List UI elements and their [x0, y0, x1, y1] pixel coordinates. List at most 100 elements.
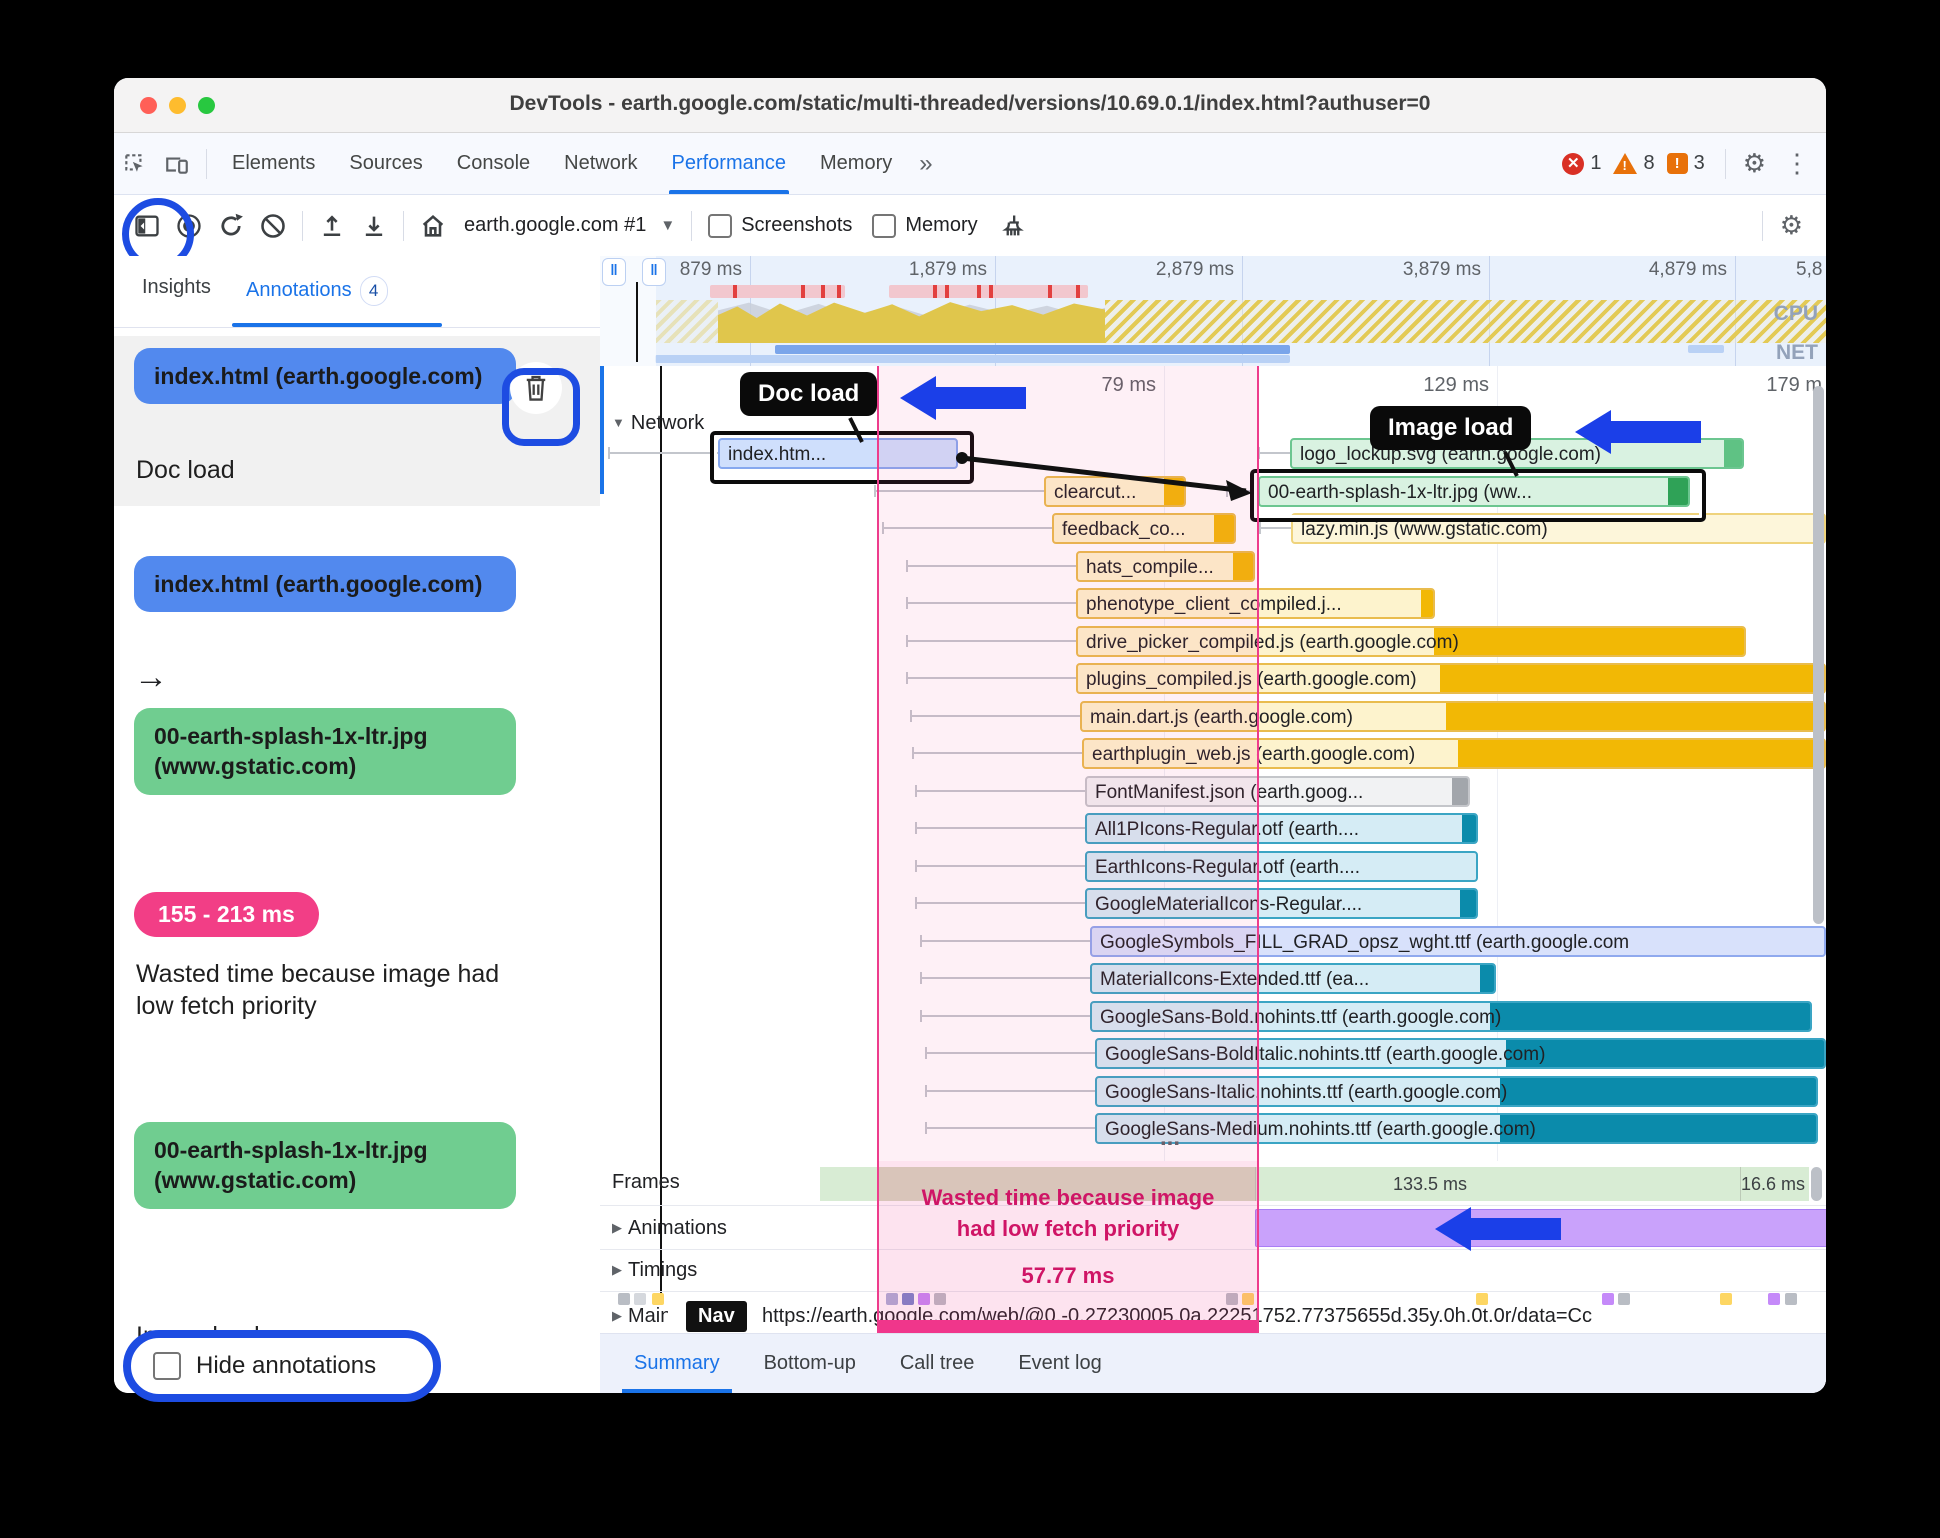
animations-track[interactable]: ▶ Animations — [600, 1205, 1826, 1250]
timings-track-label[interactable]: ▶ Timings — [612, 1259, 697, 1282]
net-activity-small — [1688, 345, 1724, 353]
error-badge[interactable]: ✕ 1 — [1562, 152, 1601, 175]
request-end-cap — [1724, 440, 1742, 467]
details-tab-call-tree[interactable]: Call tree — [878, 1335, 996, 1393]
tab-memory[interactable]: Memory — [803, 134, 909, 194]
network-request-hats-compile[interactable]: hats_compile... — [1076, 551, 1255, 582]
device-toolbar-icon[interactable] — [156, 143, 198, 185]
details-tab-bottom-up[interactable]: Bottom-up — [742, 1335, 878, 1393]
annotation-pill-index[interactable]: index.html (earth.google.com) — [134, 348, 516, 405]
network-request-feedback-co[interactable]: feedback_co... — [1052, 513, 1236, 544]
network-request-googlesans-bolditalic-nohint[interactable]: GoogleSans-BoldItalic.nohints.ttf (earth… — [1095, 1038, 1826, 1069]
request-active-portion — [1506, 1040, 1824, 1067]
more-tabs-icon[interactable]: » — [909, 150, 942, 178]
details-tab-summary[interactable]: Summary — [612, 1335, 742, 1393]
hide-annotations-control[interactable]: Hide annotations — [123, 1330, 441, 1402]
frame-segment[interactable] — [820, 1167, 877, 1201]
tab-network[interactable]: Network — [547, 134, 654, 194]
tracks-scrollbar[interactable] — [1811, 1167, 1822, 1201]
performance-toolbar: earth.google.com #1 ▼ Screenshots Memory… — [114, 195, 1826, 257]
network-request-earthplugin-web-js-earth-go[interactable]: earthplugin_web.js (earth.google.com) — [1082, 738, 1826, 769]
frame-duration: 133.5 ms — [1392, 1174, 1468, 1194]
tab-console[interactable]: Console — [440, 134, 547, 194]
network-request-googlematerialicons-regular[interactable]: GoogleMaterialIcons-Regular.... — [1085, 888, 1478, 919]
request-label: EarthIcons-Regular.otf (earth.... — [1095, 857, 1361, 878]
divider — [691, 210, 693, 241]
timeline-overview[interactable]: 879 ms 1,879 ms 2,879 ms 3,879 ms 4,879 ms 5… — [600, 256, 1826, 367]
issues-badge[interactable]: ! 3 — [1666, 152, 1705, 175]
network-request-materialicons-extended-ttf[interactable]: MaterialIcons-Extended.ttf (ea... — [1090, 963, 1496, 994]
warning-badge[interactable]: ! 8 — [1613, 152, 1655, 175]
layout-shift-tick — [989, 285, 993, 298]
history-selector[interactable]: earth.google.com #1 — [464, 214, 646, 237]
kebab-menu-icon[interactable]: ⋮ — [1775, 148, 1826, 179]
more-rows-ellipsis[interactable]: ... — [1160, 1124, 1180, 1152]
doc-load-annotation-label[interactable]: Doc load — [740, 372, 878, 416]
network-request-drive-picker-compiled-js-ea[interactable]: drive_picker_compiled.js (earth.google.c… — [1076, 626, 1746, 657]
capture-settings-gear-icon[interactable]: ⚙ — [1771, 210, 1812, 241]
vertical-scrollbar[interactable] — [1813, 386, 1824, 924]
range-handle-left[interactable]: ‖ — [602, 258, 626, 286]
frame-segment[interactable] — [877, 1167, 1255, 1201]
tab-annotations[interactable]: Annotations 4 — [246, 276, 388, 306]
reload-icon[interactable] — [210, 205, 252, 247]
annotation-pill-index-2[interactable]: index.html (earth.google.com) — [134, 556, 516, 613]
memory-checkbox[interactable] — [872, 213, 897, 238]
annotation-pill-splash-2[interactable]: 00-earth-splash-1x-ltr.jpg (www.gstatic.… — [134, 1122, 516, 1209]
request-end-cap — [1421, 590, 1433, 617]
hide-annotations-checkbox[interactable] — [153, 1352, 181, 1380]
request-active-portion — [1440, 665, 1824, 692]
upload-profile-icon[interactable] — [311, 205, 353, 247]
request-end-cap — [1462, 815, 1476, 842]
network-request-all1picons-regular-otf-eart[interactable]: All1PIcons-Regular.otf (earth.... — [1085, 813, 1478, 844]
inspect-element-icon[interactable] — [114, 143, 156, 185]
divider — [403, 210, 404, 241]
request-whisker — [910, 715, 1080, 717]
time-range-pill[interactable]: 155 - 213 ms — [134, 892, 319, 937]
request-label: clearcut... — [1054, 482, 1137, 503]
network-request-googlesans-bold-nohints-ttf[interactable]: GoogleSans-Bold.nohints.ttf (earth.googl… — [1090, 1001, 1812, 1032]
network-request-googlesymbols-fill-grad-opsz[interactable]: GoogleSymbols_FILL_GRAD_opsz_wght.ttf (e… — [1090, 926, 1826, 957]
network-track-label[interactable]: ▼ Network — [612, 412, 704, 435]
home-icon[interactable] — [412, 205, 454, 247]
network-request-googlesans-italic-nohints-tt[interactable]: GoogleSans-Italic.nohints.ttf (earth.goo… — [1095, 1076, 1818, 1107]
network-request-clearcut[interactable]: clearcut... — [1044, 476, 1186, 507]
main-track-label[interactable]: ▶ Main — [612, 1305, 668, 1328]
details-tab-event-log[interactable]: Event log — [996, 1335, 1123, 1393]
network-request-main-dart-js-earth-google-c[interactable]: main.dart.js (earth.google.com) — [1080, 701, 1826, 732]
tab-sources[interactable]: Sources — [332, 134, 439, 194]
network-waterfall[interactable]: 79 ms 129 ms 179 m ▼ Network index.htm... lo… — [600, 366, 1826, 1162]
frames-track[interactable]: Frames 133.5 ms 16.6 ms — [600, 1161, 1826, 1206]
tab-performance[interactable]: Performance — [655, 134, 804, 194]
main-thread-track[interactable]: ▶ Main Nav https://earth.google.com/web/@… — [600, 1291, 1826, 1333]
network-request-earthicons-regular-otf-eart[interactable]: EarthIcons-Regular.otf (earth.... — [1085, 851, 1478, 882]
layout-shift-tick — [801, 285, 805, 298]
annotation-card-range[interactable]: 155 - 213 ms Wasted time because image h… — [114, 892, 600, 1102]
network-request-plugins-compiled-js-earth-g[interactable]: plugins_compiled.js (earth.google.com) — [1076, 663, 1826, 694]
download-profile-icon[interactable] — [353, 205, 395, 247]
garbage-collect-icon[interactable] — [992, 205, 1034, 247]
hide-annotations-label: Hide annotations — [196, 1352, 377, 1379]
request-whisker — [906, 640, 1076, 642]
request-end-cap — [1452, 778, 1468, 805]
main-track-event-chip — [652, 1293, 664, 1305]
clear-icon[interactable] — [252, 205, 294, 247]
network-request-googlesans-medium-nohints-tt[interactable]: GoogleSans-Medium.nohints.ttf (earth.goo… — [1095, 1113, 1818, 1144]
settings-gear-icon[interactable]: ⚙ — [1734, 148, 1775, 179]
layout-shift-tick — [977, 285, 981, 298]
network-request-phenotype-client-compiled-j[interactable]: phenotype_client_compiled.j... — [1076, 588, 1435, 619]
divider — [302, 210, 303, 241]
annotation-pill-splash[interactable]: 00-earth-splash-1x-ltr.jpg (www.gstatic.… — [134, 708, 516, 795]
network-request-fontmanifest-json-earth-goo[interactable]: FontManifest.json (earth.goog... — [1085, 776, 1470, 807]
annotation-card-link[interactable]: index.html (earth.google.com) → 00-earth… — [114, 546, 600, 876]
overview-tick-label: 1,879 ms — [908, 259, 987, 280]
image-load-annotation-label[interactable]: Image load — [1370, 406, 1532, 450]
animations-track-label[interactable]: ▶ Animations — [612, 1217, 727, 1240]
tab-elements[interactable]: Elements — [215, 134, 332, 194]
timings-track[interactable]: ▶ Timings — [600, 1249, 1826, 1292]
request-end-cap — [1460, 890, 1476, 917]
screenshots-checkbox[interactable] — [708, 213, 733, 238]
history-caret-icon[interactable]: ▼ — [660, 217, 675, 234]
range-handle-right[interactable]: ‖ — [642, 258, 666, 286]
tab-insights[interactable]: Insights — [142, 276, 211, 299]
